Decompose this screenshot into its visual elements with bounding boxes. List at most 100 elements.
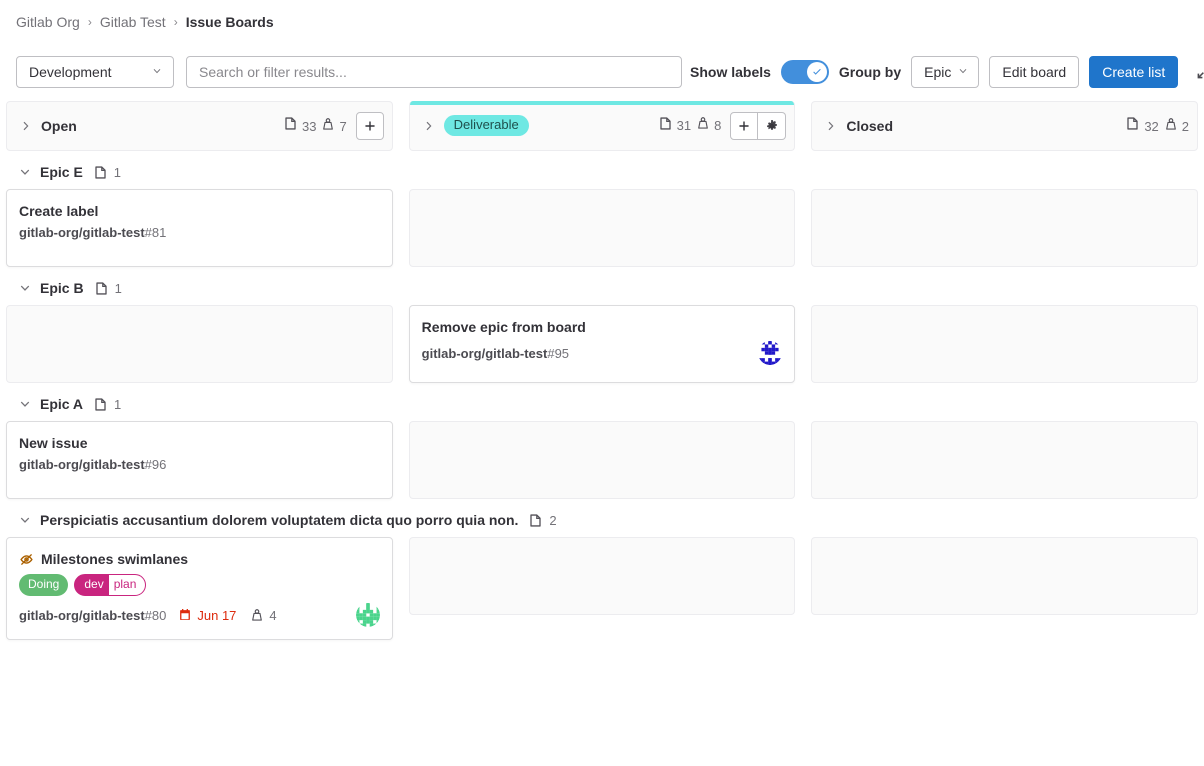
issue-card[interactable]: Create label gitlab-org/gitlab-test#81 <box>6 189 393 267</box>
card-footer: gitlab-org/gitlab-test#96 <box>19 457 380 472</box>
chevron-down-icon <box>151 64 163 80</box>
board-column-title: Closed <box>846 118 893 134</box>
issue-count-value: 32 <box>1144 119 1158 134</box>
fullscreen-expand-icon[interactable] <box>1190 58 1204 86</box>
board-column-headers: Open 33 7 Deliverable 31 8 <box>0 101 1204 151</box>
issue-count: 31 <box>658 116 691 136</box>
card-label[interactable]: Doing <box>19 574 68 596</box>
collapse-swimlane-icon[interactable] <box>16 279 34 297</box>
swimlane-cell <box>409 537 796 640</box>
issue-card-title[interactable]: Milestones swimlanes <box>41 549 188 569</box>
scoped-label[interactable]: dev plan <box>74 574 146 596</box>
swimlane-cell: Remove epic from board gitlab-org/gitlab… <box>409 305 796 383</box>
board-toolbar: Development Show labels Group by Epic Ed… <box>0 43 1204 101</box>
card-weight-value: 4 <box>269 608 276 623</box>
empty-drop-zone[interactable] <box>409 537 796 615</box>
issue-board: Open 33 7 Deliverable 31 8 <box>0 101 1204 766</box>
show-labels-toggle[interactable] <box>781 60 829 84</box>
board-switcher-dropdown[interactable]: Development <box>16 56 174 88</box>
search-filter-box[interactable] <box>186 56 682 88</box>
swimlane-cell <box>409 189 796 267</box>
issue-card[interactable]: Remove epic from board gitlab-org/gitlab… <box>409 305 796 383</box>
collapse-column-icon[interactable] <box>822 117 840 135</box>
board-switcher-value: Development <box>29 64 112 80</box>
swimlane-row: Milestones swimlanes Doing dev plan gitl… <box>0 537 1204 640</box>
issue-count-value: 31 <box>677 118 691 133</box>
breadcrumb-item-0[interactable]: Gitlab Org <box>16 14 80 30</box>
empty-drop-zone[interactable] <box>811 305 1198 383</box>
swimlane-row: New issue gitlab-org/gitlab-test#96 <box>0 421 1204 499</box>
issue-count: 32 <box>1125 116 1158 136</box>
issue-reference: gitlab-org/gitlab-test#95 <box>422 346 569 361</box>
swimlane-header: Epic E 1 <box>0 151 1204 189</box>
swimlane-cell <box>409 421 796 499</box>
toggle-knob <box>807 62 827 82</box>
issue-card-title[interactable]: Remove epic from board <box>422 317 586 337</box>
swimlane-title: Perspiciatis accusantium dolorem volupta… <box>40 512 518 528</box>
issue-count-value: 33 <box>302 119 316 134</box>
add-issue-button[interactable] <box>356 112 384 140</box>
issues-icon <box>658 116 673 136</box>
add-issue-button[interactable] <box>730 112 758 140</box>
search-input[interactable] <box>199 64 669 80</box>
issues-icon <box>93 165 108 180</box>
breadcrumb-item-1[interactable]: Gitlab Test <box>100 14 166 30</box>
swimlane-issue-count: 1 <box>115 281 122 296</box>
issue-card[interactable]: New issue gitlab-org/gitlab-test#96 <box>6 421 393 499</box>
card-title-row: Remove epic from board <box>422 317 783 337</box>
swimlane-row: Create label gitlab-org/gitlab-test#81 <box>0 189 1204 267</box>
empty-drop-zone[interactable] <box>811 537 1198 615</box>
card-footer: gitlab-org/gitlab-test#95 <box>422 341 783 365</box>
check-icon <box>811 66 823 78</box>
issues-icon <box>93 397 108 412</box>
breadcrumb-separator-icon: › <box>88 15 92 29</box>
edit-board-button[interactable]: Edit board <box>989 56 1079 88</box>
issue-reference: gitlab-org/gitlab-test#80 <box>19 608 166 623</box>
empty-drop-zone[interactable] <box>409 189 796 267</box>
empty-drop-zone[interactable] <box>811 189 1198 267</box>
swimlane-cell: New issue gitlab-org/gitlab-test#96 <box>6 421 393 499</box>
swimlane-issue-count: 2 <box>549 513 556 528</box>
collapse-swimlane-icon[interactable] <box>16 511 34 529</box>
collapse-swimlane-icon[interactable] <box>16 163 34 181</box>
scoped-label-key: dev <box>75 575 108 595</box>
issue-card-title[interactable]: Create label <box>19 201 98 221</box>
card-footer: gitlab-org/gitlab-test#81 <box>19 225 380 240</box>
show-labels-label: Show labels <box>690 64 771 80</box>
board-column-header: Deliverable 31 8 <box>409 101 796 151</box>
weight-count-value: 2 <box>1182 119 1189 134</box>
swimlane-cell: Create label gitlab-org/gitlab-test#81 <box>6 189 393 267</box>
breadcrumb-item-current: Issue Boards <box>186 14 274 30</box>
collapse-swimlane-icon[interactable] <box>16 395 34 413</box>
swimlane-title: Epic A <box>40 396 83 412</box>
swimlane-header: Perspiciatis accusantium dolorem volupta… <box>0 499 1204 537</box>
list-settings-button[interactable] <box>758 112 786 140</box>
empty-drop-zone[interactable] <box>6 305 393 383</box>
scoped-label-value: plan <box>109 575 146 595</box>
calendar-icon <box>178 608 192 622</box>
collapse-column-icon[interactable] <box>17 117 35 135</box>
card-title-row: Create label <box>19 201 380 221</box>
issues-icon <box>528 513 543 528</box>
swimlane-header: Epic A 1 <box>0 383 1204 421</box>
group-by-value: Epic <box>924 64 951 80</box>
swimlane-issue-count: 1 <box>114 165 121 180</box>
avatar[interactable] <box>758 341 782 365</box>
column-accent-bar <box>410 101 795 105</box>
column-actions <box>730 112 786 140</box>
issue-reference: gitlab-org/gitlab-test#81 <box>19 225 166 240</box>
avatar[interactable] <box>356 603 380 627</box>
collapse-column-icon[interactable] <box>420 117 438 135</box>
issue-card-title[interactable]: New issue <box>19 433 87 453</box>
empty-drop-zone[interactable] <box>811 421 1198 499</box>
issue-card[interactable]: Milestones swimlanes Doing dev plan gitl… <box>6 537 393 640</box>
swimlane-row: Remove epic from board gitlab-org/gitlab… <box>0 305 1204 383</box>
swimlane-cell <box>811 305 1198 383</box>
create-list-button[interactable]: Create list <box>1089 56 1178 88</box>
card-footer: gitlab-org/gitlab-test#80 Jun 17 4 <box>19 603 380 627</box>
swimlane-title: Epic E <box>40 164 83 180</box>
weight-count: 2 <box>1164 117 1189 136</box>
group-by-dropdown[interactable]: Epic <box>911 56 979 88</box>
weight-icon <box>250 608 264 622</box>
empty-drop-zone[interactable] <box>409 421 796 499</box>
